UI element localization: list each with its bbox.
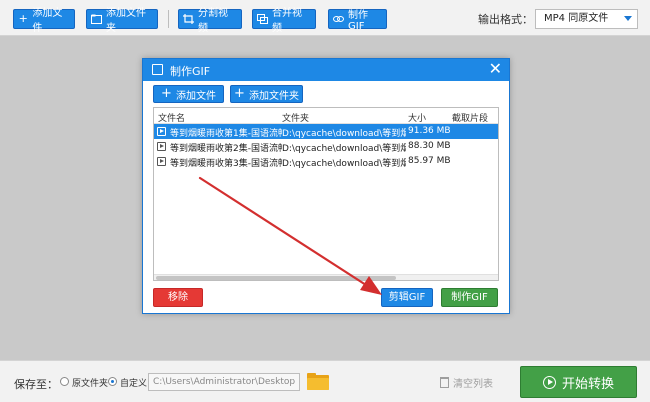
make-gif-button[interactable]: 制作GIF <box>328 9 387 32</box>
dialog-title-bar: 制作GIF ✕ <box>143 59 509 81</box>
file-row[interactable]: 等到烟暖雨收第2集-国语流畅.f D:\qycache\download\等到烟… <box>154 139 498 154</box>
file-row[interactable]: 等到烟暖雨收第1集-国语流畅.f D:\qycache\download\等到烟… <box>154 124 498 139</box>
output-format-label: 输出格式： <box>478 13 533 26</box>
close-icon[interactable]: ✕ <box>489 61 502 77</box>
make-gif-label: 制作GIF <box>348 10 368 32</box>
file-list: 文件名 文件夹 大小 截取片段 等到烟暖雨收第1集-国语流畅.f D:\qyca… <box>153 107 499 281</box>
play-icon <box>542 375 556 389</box>
column-header-clip: 截取片段 <box>452 114 489 124</box>
save-to-label: 保存至： <box>14 378 58 391</box>
video-file-icon <box>157 127 166 136</box>
plus-icon: + <box>161 86 172 101</box>
start-convert-button[interactable]: 开始转换 <box>520 366 637 398</box>
file-folder: D:\qycache\download\等到烟暖雨收 <box>282 159 406 169</box>
dialog-title: 制作GIF <box>170 65 211 78</box>
file-folder: D:\qycache\download\等到烟暖雨收 <box>282 144 406 154</box>
file-name: 等到烟暖雨收第2集-国语流畅.f <box>170 144 282 154</box>
plus-icon: + <box>234 86 245 101</box>
trash-icon <box>440 377 449 388</box>
save-path-input[interactable] <box>148 373 300 391</box>
output-format-select[interactable]: MP4 同原文件 <box>535 9 638 29</box>
radio-custom[interactable] <box>108 377 117 386</box>
output-format-value: MP4 同原文件 <box>544 13 609 24</box>
video-file-icon <box>157 142 166 151</box>
remove-button[interactable]: 移除 <box>153 288 203 307</box>
add-file-button[interactable]: + 添加文件 <box>13 8 75 34</box>
file-folder: D:\qycache\download\等到烟暖雨收 <box>282 129 406 139</box>
clear-list-label: 清空列表 <box>453 379 493 390</box>
merge-icon <box>257 14 268 24</box>
bottom-bar: 保存至： 原文件夹 自定义 清空列表 开始转换 <box>0 360 650 402</box>
top-toolbar: + 添加文件 添加文件夹 分割视频 合并视频 制作GIF 输出格式： MP4 同… <box>0 0 650 36</box>
chevron-down-icon <box>624 16 632 21</box>
file-size: 88.30 MB <box>408 141 451 151</box>
clear-list-button[interactable]: 清空列表 <box>440 375 493 390</box>
add-folder-button[interactable]: 添加文件夹 <box>86 8 158 34</box>
original-folder-label: 原文件夹 <box>72 379 109 389</box>
file-name: 等到烟暖雨收第3集-国语流畅.f <box>170 159 282 169</box>
add-folder-label: 添加文件夹 <box>106 8 146 34</box>
dialog-add-folder-button[interactable]: + 添加文件夹 <box>230 85 303 103</box>
column-header-name: 文件名 <box>158 114 186 124</box>
make-gif-confirm-button[interactable]: 制作GIF <box>441 288 498 307</box>
make-gif-dialog: 制作GIF ✕ + 添加文件 + 添加文件夹 文件名 文件夹 大小 截取片段 等… <box>142 58 510 314</box>
file-row[interactable]: 等到烟暖雨收第3集-国语流畅.f D:\qycache\download\等到烟… <box>154 154 498 169</box>
add-file-label: 添加文件 <box>32 8 63 34</box>
column-header-folder: 文件夹 <box>282 114 310 124</box>
toolbar-separator <box>168 10 169 28</box>
merge-video-button[interactable]: 合并视频 <box>252 8 316 34</box>
dialog-add-file-button[interactable]: + 添加文件 <box>153 85 224 103</box>
link-icon <box>333 14 344 24</box>
dialog-add-folder-label: 添加文件夹 <box>248 90 299 102</box>
merge-video-label: 合并视频 <box>272 8 302 34</box>
custom-label: 自定义 <box>120 379 148 389</box>
split-video-button[interactable]: 分割视频 <box>178 8 242 34</box>
radio-original-folder[interactable] <box>60 377 69 386</box>
file-name: 等到烟暖雨收第1集-国语流畅.f <box>170 129 282 139</box>
start-convert-label: 开始转换 <box>561 376 614 392</box>
gif-app-icon <box>152 64 163 75</box>
plus-icon: + <box>18 12 28 25</box>
column-header-size: 大小 <box>408 114 427 124</box>
folder-icon <box>91 14 102 24</box>
file-size: 85.97 MB <box>408 156 451 166</box>
video-file-icon <box>157 157 166 166</box>
file-list-header: 文件名 文件夹 大小 截取片段 <box>154 108 498 124</box>
edit-gif-button[interactable]: 剪辑GIF <box>381 288 433 307</box>
dialog-add-file-label: 添加文件 <box>175 90 216 102</box>
horizontal-scrollbar[interactable] <box>154 274 498 280</box>
split-video-label: 分割视频 <box>198 8 228 34</box>
scrollbar-thumb[interactable] <box>156 276 396 280</box>
crop-icon <box>183 14 194 24</box>
file-size: 91.36 MB <box>408 126 451 136</box>
folder-icon[interactable] <box>307 373 329 390</box>
